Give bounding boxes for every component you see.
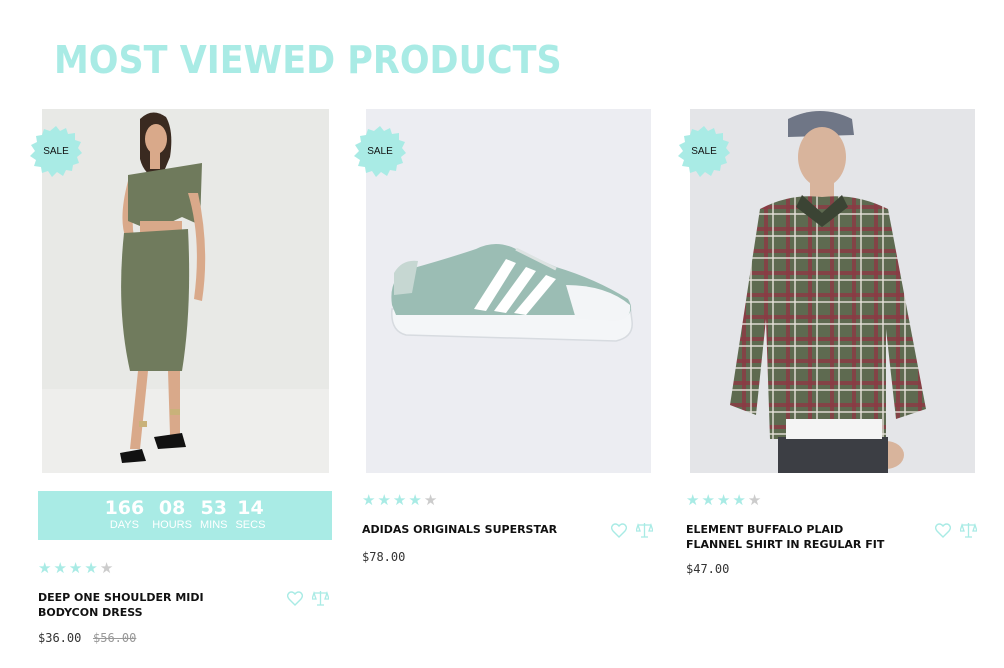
countdown-secs-value: 14 <box>237 497 264 519</box>
countdown-timer: 166 DAYS 08 HOURS 53 MINS 14 SECS <box>38 491 332 540</box>
sale-badge: SALE <box>678 125 730 177</box>
countdown-secs-label: SECS <box>235 519 266 531</box>
star-icon: ★ <box>423 492 438 509</box>
countdown-secs: 14 SECS <box>235 498 265 540</box>
star-icon: ★ <box>53 560 67 577</box>
rating-stars: ★ ★ ★ ★ ★ <box>362 493 437 508</box>
product-old-price: $56.00 <box>93 631 137 645</box>
star-icon: ★ <box>99 560 114 577</box>
heart-icon[interactable] <box>934 523 953 539</box>
product-image-sneaker[interactable] <box>366 109 651 473</box>
countdown-hours-value: 08 <box>158 497 186 519</box>
star-icon: ★ <box>408 492 422 509</box>
star-icon: ★ <box>84 560 98 577</box>
product-name[interactable]: ADIDAS ORIGINALS SUPERSTAR <box>362 522 577 537</box>
section-title: MOST VIEWED PRODUCTS <box>54 38 562 82</box>
star-icon: ★ <box>747 492 762 509</box>
star-icon: ★ <box>686 492 700 509</box>
product-image-dress[interactable] <box>42 109 329 473</box>
star-icon: ★ <box>38 560 52 577</box>
star-icon: ★ <box>701 492 715 509</box>
countdown-mins: 53 MINS <box>200 498 228 540</box>
star-icon: ★ <box>68 560 83 577</box>
countdown-hours-label: HOURS <box>152 519 192 531</box>
countdown-mins-value: 53 <box>200 497 227 519</box>
star-icon: ★ <box>716 492 731 509</box>
sale-badge-label: SALE <box>43 145 69 157</box>
countdown-days-label: DAYS <box>109 519 139 531</box>
countdown-hours: 08 HOURS <box>152 498 192 540</box>
sale-badge-label: SALE <box>691 145 717 157</box>
rating-stars: ★ ★ ★ ★ ★ <box>38 561 113 576</box>
star-icon: ★ <box>392 492 407 509</box>
countdown-days-value: 166 <box>104 497 145 519</box>
rating-stars: ★ ★ ★ ★ ★ <box>686 493 761 508</box>
sale-badge: SALE <box>354 125 406 177</box>
scale-icon[interactable] <box>635 522 654 538</box>
countdown-days: 166 DAYS <box>105 498 145 540</box>
product-image-shirt[interactable] <box>690 109 975 473</box>
product-name[interactable]: ELEMENT BUFFALO PLAID FLANNEL SHIRT IN R… <box>686 522 901 552</box>
product-price: $78.00 <box>362 550 406 564</box>
product-price: $47.00 <box>686 562 730 576</box>
heart-icon[interactable] <box>286 591 305 607</box>
product-price: $36.00 <box>38 631 82 645</box>
sale-badge: SALE <box>30 125 82 177</box>
sale-badge-label: SALE <box>367 145 393 157</box>
star-icon: ★ <box>377 492 391 509</box>
scale-icon[interactable] <box>311 590 330 606</box>
star-icon: ★ <box>732 492 746 509</box>
star-icon: ★ <box>362 492 376 509</box>
countdown-mins-label: MINS <box>199 519 228 531</box>
product-name[interactable]: DEEP ONE SHOULDER MIDI BODYCON DRESS <box>38 590 253 620</box>
heart-icon[interactable] <box>610 523 629 539</box>
scale-icon[interactable] <box>959 522 978 538</box>
